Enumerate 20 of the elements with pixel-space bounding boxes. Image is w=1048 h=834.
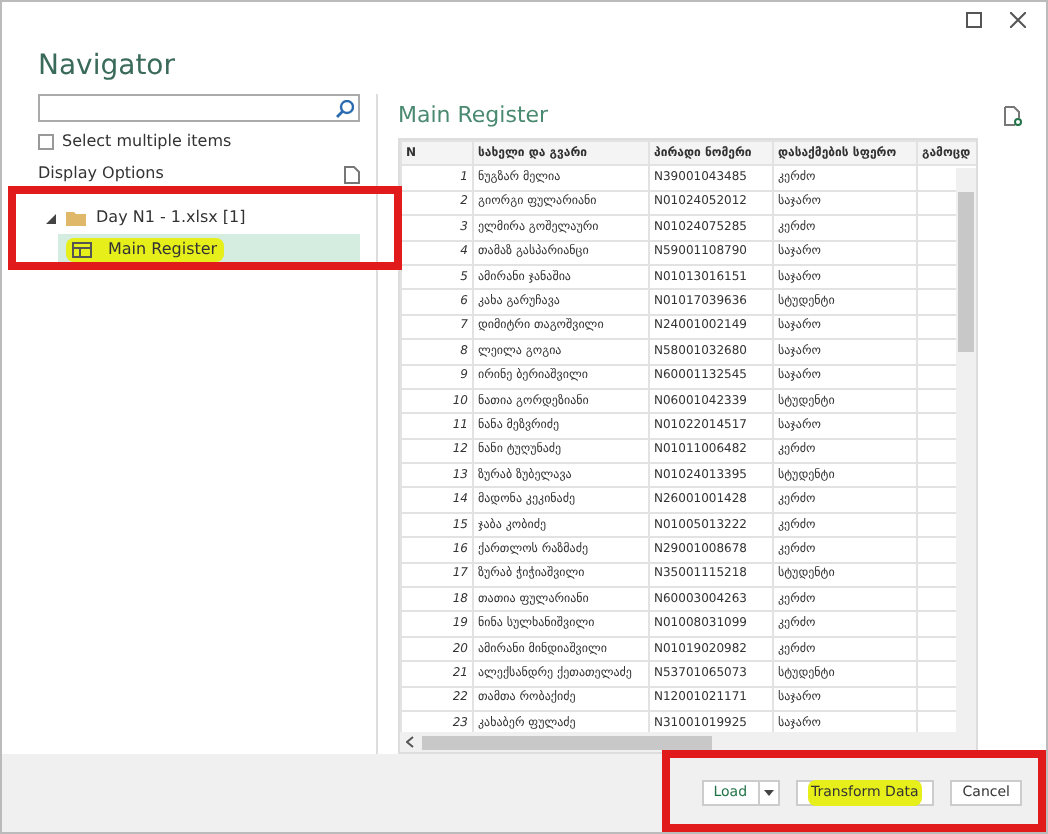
maximize-icon[interactable] <box>966 12 982 28</box>
close-icon[interactable] <box>1010 12 1026 28</box>
search-field[interactable] <box>38 94 360 122</box>
window-title: Navigator <box>36 48 178 86</box>
caret-icon <box>763 790 774 796</box>
checkbox[interactable] <box>38 134 54 150</box>
dropdown-button[interactable] <box>759 780 780 806</box>
preview-title: Main Register <box>398 99 549 132</box>
table-icon <box>72 242 92 258</box>
display-options-button[interactable]: Display Options <box>38 162 164 186</box>
checkbox-label: Select multiple items <box>62 130 232 154</box>
scroll-left-icon[interactable] <box>406 736 414 748</box>
document-icon[interactable] <box>344 165 360 183</box>
folder-icon <box>66 210 86 226</box>
search-icon[interactable] <box>336 99 354 117</box>
vertical-scrollbar[interactable] <box>956 168 976 732</box>
expand-caret-icon[interactable] <box>46 213 56 223</box>
horizontal-scrollbar[interactable] <box>400 732 976 752</box>
tree-item[interactable]: Day N1 - 1.xlsx [1] <box>96 206 246 230</box>
refresh-document-icon[interactable] <box>1004 106 1022 126</box>
